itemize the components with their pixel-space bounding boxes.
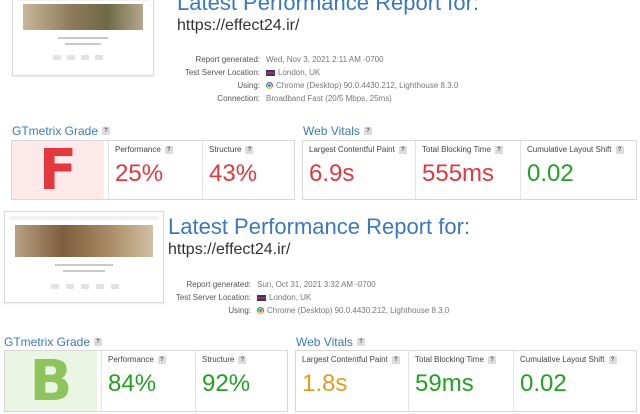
- help-icon[interactable]: ?: [398, 145, 407, 154]
- tbt-metric: Total Blocking Time? 555ms: [415, 141, 520, 199]
- meta-key: Connection:: [217, 94, 260, 103]
- performance-value: 84%: [108, 370, 157, 397]
- cls-metric: Cumulative Layout Shift? 0.02: [513, 351, 636, 411]
- meta-row-connection: Connection: Broadband Fast (20/5 Mbps, 2…: [168, 92, 458, 105]
- meta-row-server-location: Test Server Location: London, UK: [168, 66, 458, 79]
- meta-key: Test Server Location:: [184, 68, 260, 77]
- performance-score: Performance? 84%: [101, 351, 195, 411]
- grade-badge: F: [12, 138, 104, 203]
- site-screenshot-thumbnail[interactable]: [4, 211, 164, 303]
- web-vitals-panel: Largest Contentful Paint? 6.9s Total Blo…: [302, 140, 637, 200]
- help-icon[interactable]: ?: [363, 127, 372, 135]
- meta-row-using: Using: Chrome (Desktop) 90.0.4430.212, L…: [168, 79, 458, 92]
- chrome-icon: [257, 307, 264, 314]
- performance-value: 25%: [115, 160, 164, 187]
- help-icon[interactable]: ?: [391, 355, 400, 364]
- help-icon[interactable]: ?: [94, 338, 103, 346]
- thumbnail-header-bar: [17, 0, 149, 1]
- lcp-value: 1.8s: [302, 370, 348, 397]
- lcp-metric: Largest Contentful Paint? 6.9s: [303, 141, 415, 199]
- gtmetrix-grade-panel: B Performance? 84% Structure? 92%: [4, 348, 288, 414]
- thumbnail-text-line: [55, 264, 113, 266]
- meta-value: Chrome (Desktop) 90.0.4430.212, Lighthou…: [257, 304, 449, 317]
- report-title: Latest Performance Report for:: [177, 0, 480, 15]
- thumbnail-card: [111, 284, 119, 289]
- cls-value: 0.02: [520, 370, 567, 397]
- help-icon[interactable]: ?: [487, 355, 496, 364]
- grade-letter: B: [29, 348, 73, 414]
- thumbnail-card: [67, 55, 75, 60]
- meta-key: Using:: [237, 81, 260, 90]
- chrome-icon: [266, 82, 273, 89]
- site-screenshot-thumbnail[interactable]: [12, 0, 154, 76]
- thumbnail-hero-image: [15, 225, 153, 257]
- meta-row-report-generated: Report generated: Wed, Nov 3, 2021 2:11 …: [168, 53, 458, 66]
- uk-flag-icon: [266, 69, 275, 76]
- help-icon[interactable]: ?: [102, 127, 111, 135]
- meta-value: London, UK: [266, 66, 320, 79]
- thumbnail-card: [81, 55, 89, 60]
- meta-value: Wed, Nov 3, 2021 2:11 AM -0700: [266, 55, 384, 64]
- structure-value: 43%: [209, 160, 258, 187]
- structure-value: 92%: [202, 370, 251, 397]
- report-url[interactable]: https://effect24.ir/: [168, 241, 290, 259]
- gtmetrix-grade-panel: F Performance? 25% Structure? 43%: [11, 138, 295, 203]
- meta-row-server-location: Test Server Location: London, UK: [159, 291, 449, 304]
- uk-flag-icon: [257, 294, 266, 301]
- tbt-metric: Total Blocking Time? 59ms: [408, 351, 513, 411]
- meta-value: Sun, Oct 31, 2021 3:32 AM -0700: [257, 280, 376, 289]
- report-meta: Report generated: Sun, Oct 31, 2021 3:32…: [159, 278, 450, 317]
- thumbnail-card: [95, 55, 103, 60]
- thumbnail-hero-image: [23, 4, 143, 30]
- meta-value: Broadband Fast (20/5 Mbps, 25ms): [266, 94, 392, 103]
- lcp-value: 6.9s: [309, 160, 355, 187]
- grade-letter: F: [38, 137, 78, 203]
- thumbnail-text-line: [63, 270, 105, 272]
- thumbnail-card: [51, 284, 59, 289]
- thumbnail-card: [53, 55, 61, 60]
- help-icon[interactable]: ?: [608, 355, 617, 364]
- help-icon[interactable]: ?: [356, 338, 365, 346]
- grade-badge: B: [5, 348, 97, 414]
- thumbnail-card: [96, 284, 104, 289]
- tbt-value: 555ms: [422, 160, 495, 187]
- help-icon[interactable]: ?: [245, 145, 254, 154]
- report-title: Latest Performance Report for:: [168, 214, 471, 239]
- lcp-metric: Largest Contentful Paint? 1.8s: [296, 351, 408, 411]
- thumbnail-header-bar: [9, 216, 159, 220]
- web-vitals-panel: Largest Contentful Paint? 1.8s Total Blo…: [295, 350, 637, 412]
- meta-row-report-generated: Report generated: Sun, Oct 31, 2021 3:32…: [159, 278, 449, 291]
- report-url[interactable]: https://effect24.ir/: [177, 17, 299, 35]
- meta-key: Report generated:: [186, 280, 252, 289]
- meta-key: Test Server Location:: [175, 293, 251, 302]
- cls-value: 0.02: [527, 160, 574, 187]
- performance-score: Performance? 25%: [108, 141, 202, 199]
- gtmetrix-grade-label: GTmetrix Grade?: [4, 335, 103, 349]
- help-icon[interactable]: ?: [615, 145, 624, 154]
- help-icon[interactable]: ?: [238, 355, 247, 364]
- structure-score: Structure? 92%: [195, 351, 287, 411]
- help-icon[interactable]: ?: [164, 145, 173, 154]
- help-icon[interactable]: ?: [157, 355, 166, 364]
- thumbnail-text-line: [58, 37, 108, 39]
- thumbnail-card: [66, 284, 74, 289]
- web-vitals-label: Web Vitals?: [296, 335, 365, 349]
- gtmetrix-grade-label: GTmetrix Grade?: [12, 124, 111, 138]
- thumbnail-card: [81, 284, 89, 289]
- meta-key: Using:: [228, 306, 251, 315]
- web-vitals-label: Web Vitals?: [303, 124, 372, 138]
- meta-value: London, UK: [257, 291, 311, 304]
- meta-value: Chrome (Desktop) 90.0.4430.212, Lighthou…: [266, 79, 458, 92]
- thumbnail-text-line: [65, 43, 101, 45]
- report-meta: Report generated: Wed, Nov 3, 2021 2:11 …: [168, 53, 459, 105]
- help-icon[interactable]: ?: [494, 145, 503, 154]
- cls-metric: Cumulative Layout Shift? 0.02: [520, 141, 636, 199]
- meta-key: Report generated:: [195, 55, 261, 64]
- structure-score: Structure? 43%: [202, 141, 294, 199]
- meta-row-using: Using: Chrome (Desktop) 90.0.4430.212, L…: [159, 304, 449, 317]
- tbt-value: 59ms: [415, 370, 474, 397]
